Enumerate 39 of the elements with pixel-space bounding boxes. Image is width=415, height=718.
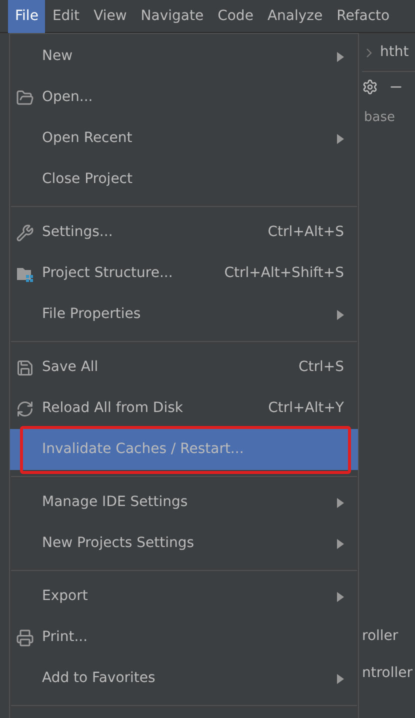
settings-icon[interactable]	[362, 79, 378, 95]
menu-item[interactable]: Open Recent	[10, 118, 358, 159]
menu-item[interactable]: Project Structure... Ctrl+Alt+Shift+S	[10, 253, 358, 294]
submenu-arrow-icon	[337, 674, 344, 684]
menu-item[interactable]: Print...	[10, 617, 358, 658]
menu-item[interactable]: New	[10, 36, 358, 77]
submenu-arrow-icon	[337, 592, 344, 602]
chevron-icon	[366, 48, 372, 58]
project-tree-item[interactable]: ntroller	[362, 662, 415, 684]
submenu-arrow-icon	[337, 52, 344, 62]
menu-bar-item[interactable]: Navigate	[134, 0, 211, 33]
menu-bar-item[interactable]: File	[8, 0, 46, 33]
menu-bar-item[interactable]: Analyze	[260, 0, 330, 33]
submenu-arrow-icon	[337, 538, 344, 548]
submenu-arrow-icon	[337, 134, 344, 144]
menu-item[interactable]: Open...	[10, 77, 358, 118]
menu-bar-item[interactable]: Edit	[45, 0, 87, 33]
project-tree-item[interactable]: roller	[362, 626, 415, 646]
menu-item[interactable]: Reload All from Disk Ctrl+Alt+Y	[10, 388, 358, 429]
menu-item[interactable]: Settings... Ctrl+Alt+S	[10, 212, 358, 253]
folder-icon	[16, 89, 34, 107]
breadcrumb[interactable]: htht	[380, 42, 409, 63]
menu-item[interactable]: Close Project	[10, 159, 358, 200]
submenu-arrow-icon	[337, 310, 344, 320]
reload-icon	[16, 400, 34, 418]
wrench-icon	[16, 224, 34, 242]
submenu-arrow-icon	[337, 498, 344, 508]
menu-bar-item[interactable]: Code	[210, 0, 260, 33]
menu-item[interactable]: Save All Ctrl+S	[10, 347, 358, 388]
menu-item[interactable]: New Projects Settings	[10, 523, 358, 564]
menu-item[interactable]: Add to Favorites	[10, 658, 358, 699]
folder-grid-icon	[16, 265, 34, 283]
menu-bar-item[interactable]: Refacto	[330, 0, 397, 33]
menu-item[interactable]: Export	[10, 576, 358, 617]
tab-label: base	[364, 109, 396, 127]
menu-bar-item[interactable]: View	[86, 0, 134, 33]
printer-icon	[16, 629, 34, 647]
menu-item[interactable]: Manage IDE Settings	[10, 482, 358, 523]
menu-item[interactable]: File Properties	[10, 294, 358, 335]
